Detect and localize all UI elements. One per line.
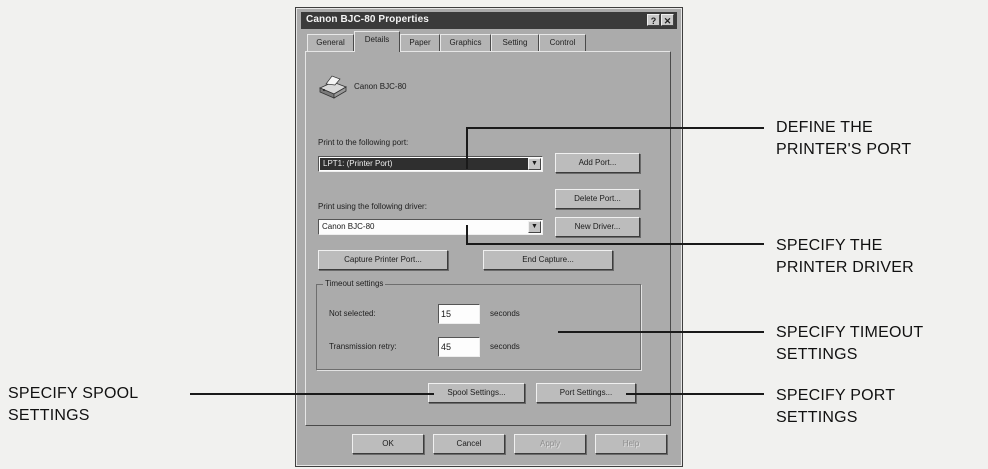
timeout-callout-line [558, 331, 764, 333]
port-label: Print to the following port: [318, 138, 409, 147]
driver-callout-line [466, 243, 764, 245]
capture-printer-port-button[interactable]: Capture Printer Port... [318, 250, 448, 270]
port-settings-button[interactable]: Port Settings... [536, 383, 636, 403]
add-port-button[interactable]: Add Port... [555, 153, 640, 173]
spool-callout-line [190, 393, 434, 395]
driver-selected-value: Canon BJC-80 [322, 222, 375, 231]
window-title: Canon BJC-80 Properties [306, 14, 429, 25]
driver-select[interactable]: Canon BJC-80 ▼ [318, 219, 543, 235]
timeout-settings-group: Timeout settings [316, 279, 641, 370]
spool-settings-button[interactable]: Spool Settings... [428, 383, 525, 403]
callout-port-settings: SPECIFY PORT SETTINGS [776, 387, 896, 426]
end-capture-button[interactable]: End Capture... [483, 250, 613, 270]
callout-spool: SPECIFY SPOOL SETTINGS [8, 385, 139, 424]
callout-timeout: SPECIFY TIMEOUT SETTINGS [776, 324, 924, 363]
ok-button[interactable]: OK [352, 434, 424, 454]
transmission-retry-field[interactable]: 45 [438, 337, 480, 357]
transmission-retry-label: Transmission retry: [329, 342, 397, 351]
delete-port-button[interactable]: Delete Port... [555, 189, 640, 209]
tab-paper[interactable]: Paper [400, 34, 440, 51]
port-settings-callout-line [626, 393, 764, 395]
printer-icon [319, 75, 347, 99]
apply-button[interactable]: Apply [514, 434, 586, 454]
close-button[interactable]: ✕ [661, 14, 674, 26]
port-select[interactable]: LPT1: (Printer Port) ▼ [318, 156, 543, 172]
transmission-retry-unit: seconds [490, 342, 520, 351]
help-button[interactable]: Help [595, 434, 667, 454]
port-callout-line [466, 127, 764, 129]
chevron-down-icon[interactable]: ▼ [528, 221, 541, 233]
not-selected-unit: seconds [490, 309, 520, 318]
timeout-legend: Timeout settings [323, 279, 386, 288]
cancel-button[interactable]: Cancel [433, 434, 505, 454]
not-selected-label: Not selected: [329, 309, 376, 318]
new-driver-button[interactable]: New Driver... [555, 217, 640, 237]
port-callout-line-vertical [466, 127, 468, 169]
tab-graphics[interactable]: Graphics [440, 34, 491, 51]
driver-callout-line-vertical [466, 225, 468, 245]
tab-control[interactable]: Control [539, 34, 586, 51]
port-selected-value: LPT1: (Printer Port) [320, 158, 530, 170]
chevron-down-icon[interactable]: ▼ [528, 158, 541, 170]
title-bar: Canon BJC-80 Properties ? ✕ [301, 12, 677, 29]
callout-driver: SPECIFY THE PRINTER DRIVER [776, 237, 914, 276]
help-title-button[interactable]: ? [647, 14, 660, 26]
tab-general[interactable]: General [307, 34, 354, 51]
printer-name: Canon BJC-80 [354, 82, 407, 91]
tab-details[interactable]: Details [354, 31, 400, 52]
not-selected-field[interactable]: 15 [438, 304, 480, 324]
tab-setting[interactable]: Setting [491, 34, 539, 51]
driver-label: Print using the following driver: [318, 202, 427, 211]
callout-port: DEFINE THE PRINTER'S PORT [776, 119, 912, 158]
